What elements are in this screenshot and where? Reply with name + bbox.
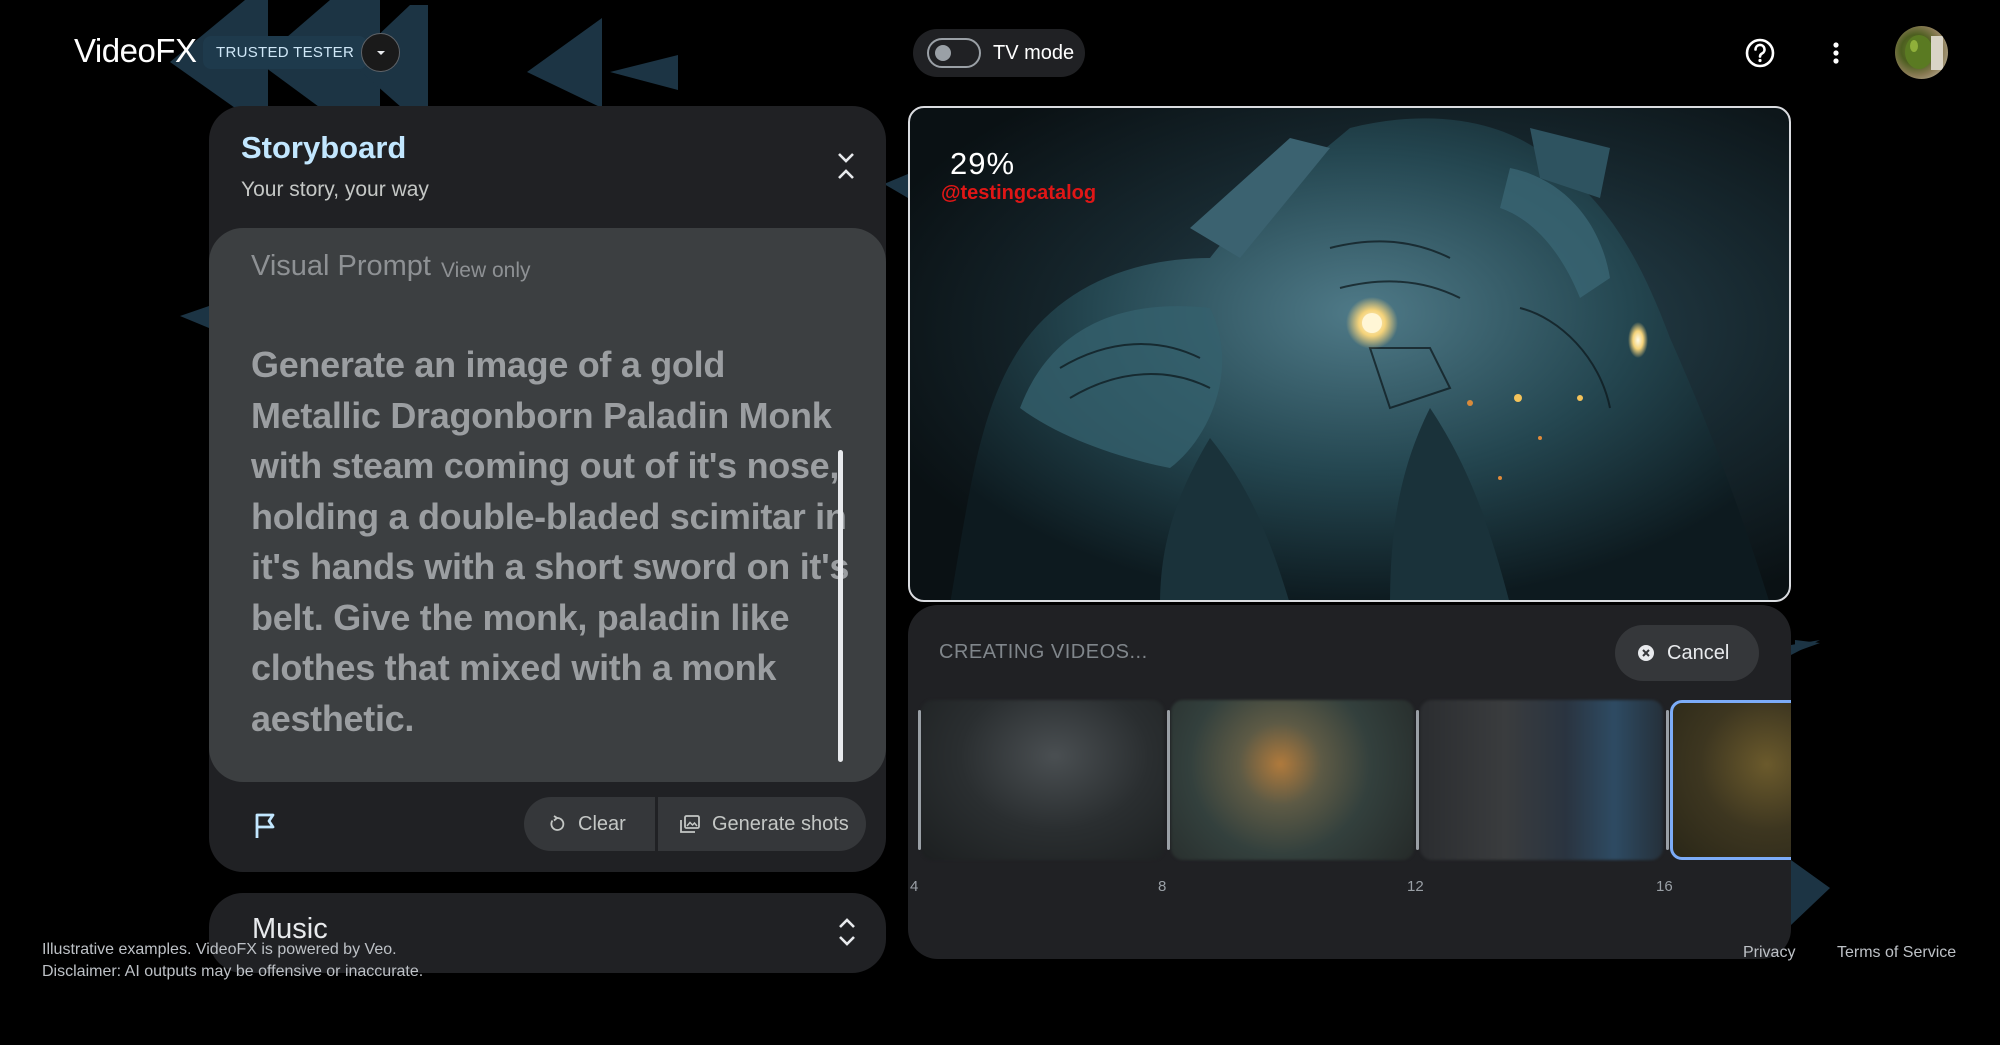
- visual-prompt-title: Visual Prompt: [251, 250, 431, 283]
- expand-icon: [836, 915, 858, 949]
- clip-divider[interactable]: [918, 710, 921, 850]
- trusted-tester-badge: TRUSTED TESTER: [203, 36, 367, 69]
- account-dropdown-button[interactable]: [361, 33, 400, 72]
- timeline-tick: 8: [1158, 878, 1166, 895]
- timeline-tick: 12: [1407, 878, 1424, 895]
- image-stack-icon: [680, 815, 700, 833]
- caret-down-icon: [375, 49, 387, 57]
- creating-status: CREATING VIDEOS...: [939, 641, 1148, 664]
- tv-mode-switch[interactable]: [927, 38, 981, 68]
- timeline-tick: 16: [1656, 878, 1673, 895]
- collapse-icon: [834, 149, 858, 183]
- storyboard-collapse-button[interactable]: [834, 149, 858, 183]
- prompt-actions: Clear Generate shots: [524, 797, 866, 851]
- music-expand-button[interactable]: [836, 915, 858, 949]
- cancel-button[interactable]: Cancel: [1615, 625, 1759, 681]
- switch-knob: [935, 45, 951, 61]
- flag-icon: [253, 811, 279, 841]
- generation-progress: 29%: [950, 146, 1015, 182]
- help-icon: [1743, 36, 1777, 70]
- creating-videos-panel: CREATING VIDEOS... Cancel 4 8 12 16: [908, 605, 1791, 959]
- storyboard-panel: Storyboard Your story, your way Visual P…: [209, 106, 886, 872]
- clear-label: Clear: [578, 813, 626, 836]
- user-avatar[interactable]: [1895, 26, 1948, 79]
- video-preview[interactable]: 29% @testingcatalog: [908, 106, 1791, 602]
- reset-icon: [548, 815, 566, 833]
- thumbnail-4-selected[interactable]: [1670, 700, 1791, 860]
- top-bar: VideoFX TRUSTED TESTER TV mode: [0, 0, 2000, 105]
- prompt-scrollbar[interactable]: [838, 450, 843, 762]
- privacy-link[interactable]: Privacy: [1743, 944, 1795, 962]
- timeline-thumbnails: [908, 700, 1791, 860]
- more-vert-icon: [1821, 36, 1851, 70]
- flag-button[interactable]: [253, 811, 279, 841]
- cancel-label: Cancel: [1667, 642, 1729, 665]
- clear-button[interactable]: Clear: [524, 797, 655, 851]
- more-options-button[interactable]: [1821, 36, 1851, 70]
- storyboard-subtitle: Your story, your way: [241, 178, 429, 202]
- view-only-label: View only: [441, 259, 531, 283]
- storyboard-title: Storyboard: [241, 130, 406, 166]
- generate-shots-button[interactable]: Generate shots: [658, 797, 866, 851]
- terms-link[interactable]: Terms of Service: [1837, 944, 1956, 962]
- avatar-image: [1895, 26, 1948, 79]
- prompt-text: Generate an image of a gold Metallic Dra…: [251, 340, 851, 744]
- tv-mode-label: TV mode: [993, 42, 1074, 65]
- clip-divider[interactable]: [1666, 710, 1669, 850]
- cancel-icon: [1637, 644, 1655, 662]
- clip-divider[interactable]: [1167, 710, 1170, 850]
- disclaimer-line-2: Disclaimer: AI outputs may be offensive …: [42, 961, 423, 983]
- disclaimer: Illustrative examples. VideoFX is powere…: [42, 939, 423, 983]
- tv-mode-toggle[interactable]: TV mode: [913, 29, 1085, 77]
- thumbnail-2[interactable]: [1171, 700, 1414, 860]
- app-logo[interactable]: VideoFX: [74, 32, 196, 70]
- help-button[interactable]: [1743, 36, 1777, 70]
- visual-prompt-card: Visual Prompt View only Generate an imag…: [209, 228, 886, 782]
- watermark: @testingcatalog: [941, 182, 1096, 205]
- disclaimer-line-1: Illustrative examples. VideoFX is powere…: [42, 939, 423, 961]
- timeline-tick: 4: [910, 878, 918, 895]
- clip-divider[interactable]: [1416, 710, 1419, 850]
- thumbnail-3[interactable]: [1420, 700, 1663, 860]
- generate-shots-label: Generate shots: [712, 813, 849, 836]
- thumbnail-1[interactable]: [921, 700, 1164, 860]
